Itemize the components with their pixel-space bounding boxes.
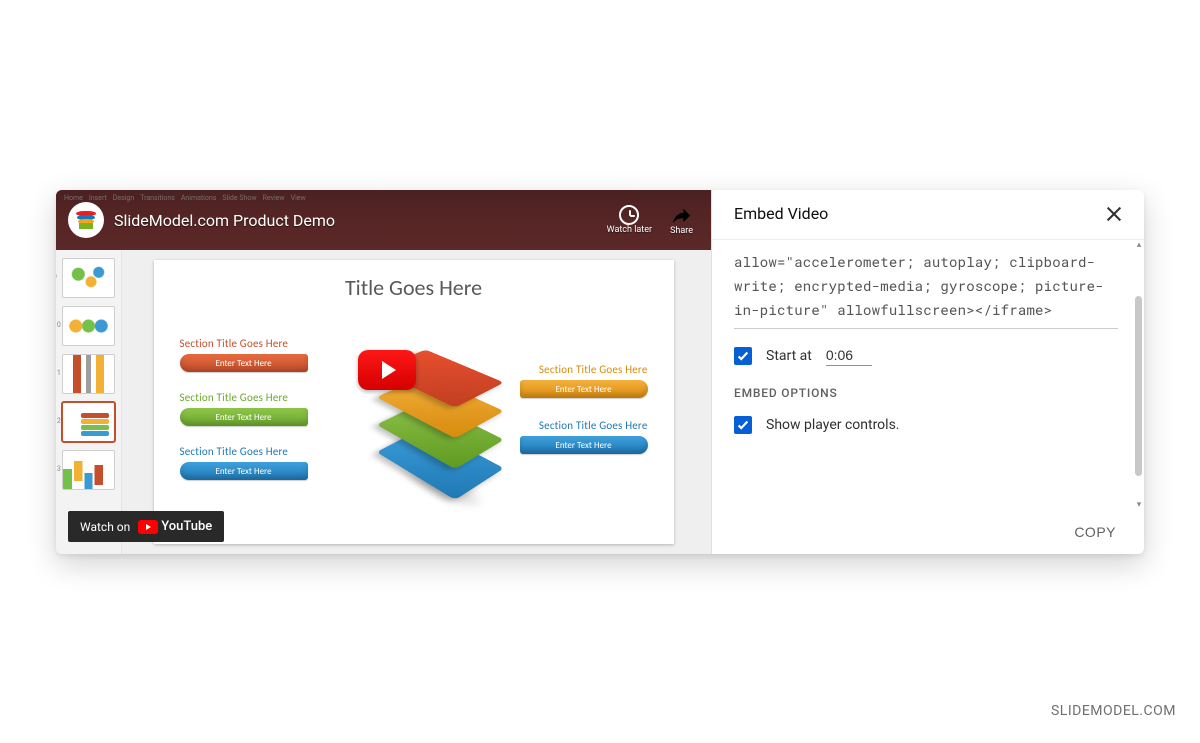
watch-on-youtube-button[interactable]: Watch on YouTube [68, 511, 224, 542]
scroll-down-icon[interactable]: ▾ [1134, 500, 1144, 510]
section-title: Section Title Goes Here [180, 445, 308, 458]
slide-thumb[interactable] [62, 306, 115, 346]
embed-panel: Embed Video allow="accelerometer; autopl… [711, 190, 1144, 554]
slide-thumb[interactable] [62, 258, 115, 298]
clock-icon [619, 205, 639, 225]
section-title: Section Title Goes Here [520, 363, 648, 376]
slide-thumb-selected[interactable] [62, 402, 115, 442]
watermark: SLIDEMODEL.COM [1051, 703, 1176, 719]
embed-code-field[interactable]: allow="accelerometer; autoplay; clipboar… [734, 250, 1118, 329]
embed-panel-title: Embed Video [734, 204, 828, 223]
embed-dialog-card: HomeInsertDesignTransitionsAnimationsSli… [56, 190, 1144, 554]
watch-later-button[interactable]: Watch later [607, 205, 652, 235]
section-pill: Enter Text Here [180, 354, 308, 372]
embed-scrollbar[interactable]: ▴ ▾ [1134, 240, 1144, 510]
section-pill: Enter Text Here [520, 380, 648, 398]
share-button[interactable]: Share [670, 204, 693, 237]
start-at-checkbox[interactable] [734, 347, 752, 365]
slide-thumb[interactable] [62, 450, 115, 490]
start-at-input[interactable] [826, 345, 872, 366]
show-controls-label: Show player controls. [766, 417, 900, 433]
show-controls-checkbox[interactable] [734, 416, 752, 434]
section-pill: Enter Text Here [180, 462, 308, 480]
slide-thumb[interactable] [62, 354, 115, 394]
scrollbar-thumb[interactable] [1135, 296, 1142, 476]
youtube-icon [138, 520, 158, 534]
show-controls-row: Show player controls. [734, 416, 1118, 434]
checkmark-icon [736, 349, 750, 363]
share-icon [670, 204, 693, 227]
section-title: Section Title Goes Here [180, 391, 308, 404]
youtube-logo: YouTube [138, 519, 212, 534]
close-button[interactable] [1106, 206, 1122, 222]
section-pill: Enter Text Here [520, 436, 648, 454]
slide-canvas: Title Goes Here Section Title Goes Here … [154, 260, 674, 544]
slide-thumbnail-rail[interactable] [56, 250, 122, 554]
section-title: Section Title Goes Here [180, 337, 308, 350]
section-title: Section Title Goes Here [520, 419, 648, 432]
section-pill: Enter Text Here [180, 408, 308, 426]
slidemodel-bucket-icon [76, 211, 96, 229]
checkmark-icon [736, 418, 750, 432]
copy-button[interactable]: COPY [1074, 524, 1116, 540]
scroll-up-icon[interactable]: ▴ [1134, 240, 1144, 250]
slide-title: Title Goes Here [154, 260, 674, 301]
start-at-row: Start at [734, 345, 1118, 366]
start-at-label: Start at [766, 348, 812, 364]
channel-avatar[interactable] [68, 202, 104, 238]
youtube-play-button[interactable] [358, 350, 416, 390]
video-top-overlay: SlideModel.com Product Demo Watch later … [56, 190, 711, 250]
video-preview-panel: HomeInsertDesignTransitionsAnimationsSli… [56, 190, 711, 554]
embed-options-heading: EMBED OPTIONS [734, 386, 1118, 400]
video-title[interactable]: SlideModel.com Product Demo [114, 211, 597, 230]
